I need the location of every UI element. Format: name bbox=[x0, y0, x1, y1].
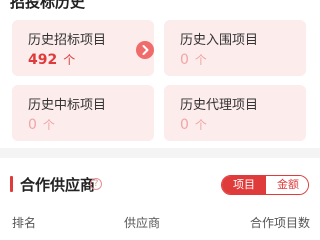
tile-unit: 个 bbox=[194, 53, 207, 67]
partner-suppliers-card: 合作供应商 ? 项目 金额 排名 供应商 合作项目数 bbox=[0, 158, 320, 240]
tile-historical-tender-projects[interactable]: 历史招标项目 492 个 bbox=[12, 20, 154, 76]
tile-unit: 个 bbox=[194, 118, 207, 132]
tile-count: 0个 bbox=[180, 116, 207, 133]
bid-history-card: 招投标历史 历史招标项目 492 个 历史入围项目 0个 历史中标项目 0个 历史… bbox=[0, 0, 320, 148]
tile-count: 492 个 bbox=[28, 51, 75, 68]
tile-historical-agency-projects[interactable]: 历史代理项目 0个 bbox=[164, 85, 306, 141]
column-header-rank: 排名 bbox=[12, 216, 37, 230]
toggle-option-projects[interactable]: 项目 bbox=[222, 176, 266, 194]
tile-value: 0 bbox=[180, 52, 189, 68]
tile-value: 492 bbox=[28, 52, 58, 68]
tile-label: 历史招标项目 bbox=[28, 33, 107, 48]
tile-unit: 个 bbox=[63, 53, 76, 67]
chevron-right-icon[interactable] bbox=[136, 41, 154, 59]
help-circle-icon[interactable]: ? bbox=[90, 178, 102, 190]
tile-label: 历史中标项目 bbox=[28, 98, 107, 113]
tile-value: 0 bbox=[180, 117, 189, 133]
column-header-project-count: 合作项目数 bbox=[250, 216, 311, 230]
tile-value: 0 bbox=[28, 117, 37, 133]
tile-label: 历史入围项目 bbox=[180, 33, 259, 48]
section-title-partner-suppliers: 合作供应商 bbox=[20, 176, 96, 194]
tile-historical-shortlisted-projects[interactable]: 历史入围项目 0个 bbox=[164, 20, 306, 76]
tile-count: 0个 bbox=[28, 116, 55, 133]
metric-toggle: 项目 金额 bbox=[221, 175, 309, 195]
tile-label: 历史代理项目 bbox=[180, 98, 259, 113]
tile-count: 0个 bbox=[180, 51, 207, 68]
tile-unit: 个 bbox=[42, 118, 55, 132]
tile-historical-won-projects[interactable]: 历史中标项目 0个 bbox=[12, 85, 154, 141]
column-header-supplier: 供应商 bbox=[124, 216, 161, 230]
section-title-bid-history: 招投标历史 bbox=[10, 0, 86, 11]
toggle-option-amount[interactable]: 金额 bbox=[266, 176, 308, 194]
section-accent-bar bbox=[10, 176, 13, 192]
